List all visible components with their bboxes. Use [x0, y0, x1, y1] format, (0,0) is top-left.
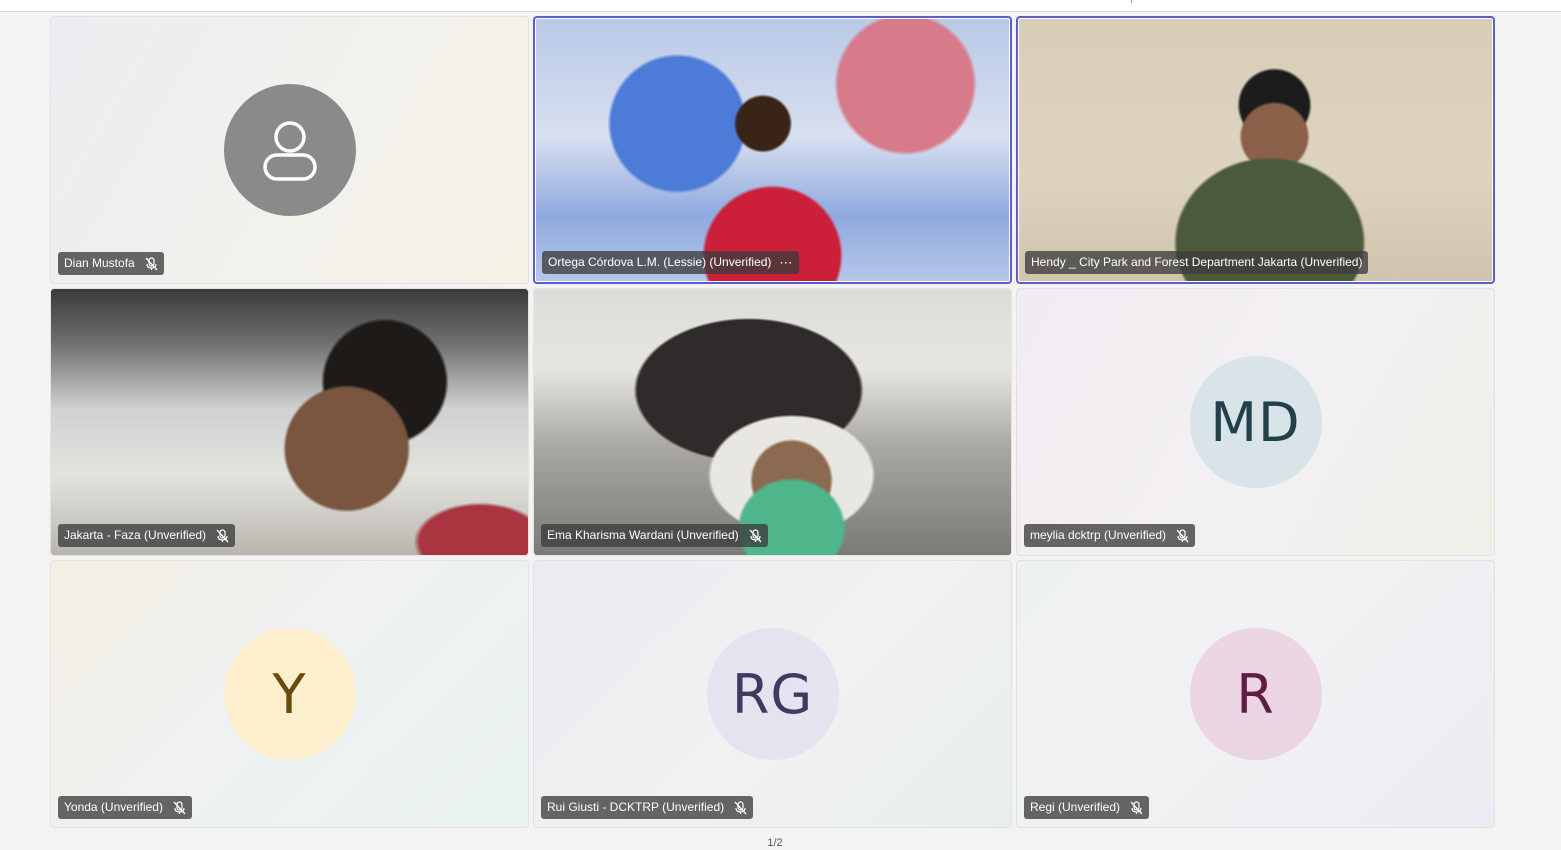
mic-muted-icon [145, 256, 158, 271]
participant-tile-video[interactable]: Ortega Córdova L.M. (Lessie) (Unverified… [533, 16, 1012, 284]
participant-name: Regi (Unverified) [1030, 800, 1121, 814]
participant-name-tag: Dian Mustofa [58, 252, 164, 275]
participant-name: Hendy _ City Park and Forest Department … [1031, 255, 1363, 269]
participant-name-tag: Regi (Unverified) [1024, 796, 1150, 819]
participant-name: Ortega Córdova L.M. (Lessie) (Unverified… [548, 255, 772, 269]
participant-name-tag: Yonda (Unverified) [58, 796, 192, 819]
participant-name: meylia dcktrp (Unverified) [1030, 528, 1167, 542]
mic-muted-icon [1176, 528, 1189, 543]
participant-name-tag: Ortega Córdova L.M. (Lessie) (Unverified… [542, 251, 800, 274]
participant-name-tag: Hendy _ City Park and Forest Department … [1025, 251, 1369, 274]
participant-name-tag: Rui Giusti - DCKTRP (Unverified) [541, 796, 754, 819]
participant-avatar-initials: MD [1189, 356, 1322, 488]
participant-name: Ema Kharisma Wardani (Unverified) [547, 528, 739, 542]
mic-muted-icon [749, 528, 762, 543]
participant-name: Yonda (Unverified) [64, 800, 163, 814]
participant-tile[interactable]: MD meylia dcktrp (Unverified) [1016, 288, 1495, 556]
page-indicator[interactable]: 1/2 [745, 836, 805, 849]
mic-muted-icon [216, 528, 229, 543]
participant-avatar-initials: RG [706, 628, 839, 760]
mic-muted-icon [734, 800, 747, 815]
participant-name: Rui Giusti - DCKTRP (Unverified) [547, 800, 725, 814]
more-options-icon[interactable]: ⋯ [779, 251, 793, 274]
participant-name-tag: Jakarta - Faza (Unverified) [58, 524, 236, 547]
participant-name: Jakarta - Faza (Unverified) [64, 528, 207, 542]
participant-tile-video[interactable]: Jakarta - Faza (Unverified) [50, 288, 529, 556]
participant-name: Dian Mustofa [64, 256, 135, 270]
top-bar [0, 0, 1561, 12]
participant-tile[interactable]: Y Yonda (Unverified) [50, 560, 529, 828]
participant-name-tag: Ema Kharisma Wardani (Unverified) [541, 524, 768, 547]
mic-muted-icon [1130, 800, 1143, 815]
participant-name-tag: meylia dcktrp (Unverified) [1024, 524, 1196, 547]
participant-avatar-initials: Y [223, 628, 356, 760]
top-bar-tick [1131, 0, 1132, 3]
participant-tile[interactable]: R Regi (Unverified) [1016, 560, 1495, 828]
participant-tile-video[interactable]: Hendy _ City Park and Forest Department … [1016, 16, 1495, 284]
participant-tile[interactable]: Dian Mustofa [50, 16, 529, 284]
participant-tile-video[interactable]: Ema Kharisma Wardani (Unverified) [533, 288, 1012, 556]
mic-muted-icon [173, 800, 186, 815]
video-grid: Dian Mustofa Ortega Córdova L.M. (Lessie… [50, 16, 1496, 828]
participant-avatar-initials: R [1189, 628, 1322, 760]
person-icon [262, 121, 317, 181]
participant-tile[interactable]: RG Rui Giusti - DCKTRP (Unverified) [533, 560, 1012, 828]
participant-avatar [223, 84, 356, 216]
